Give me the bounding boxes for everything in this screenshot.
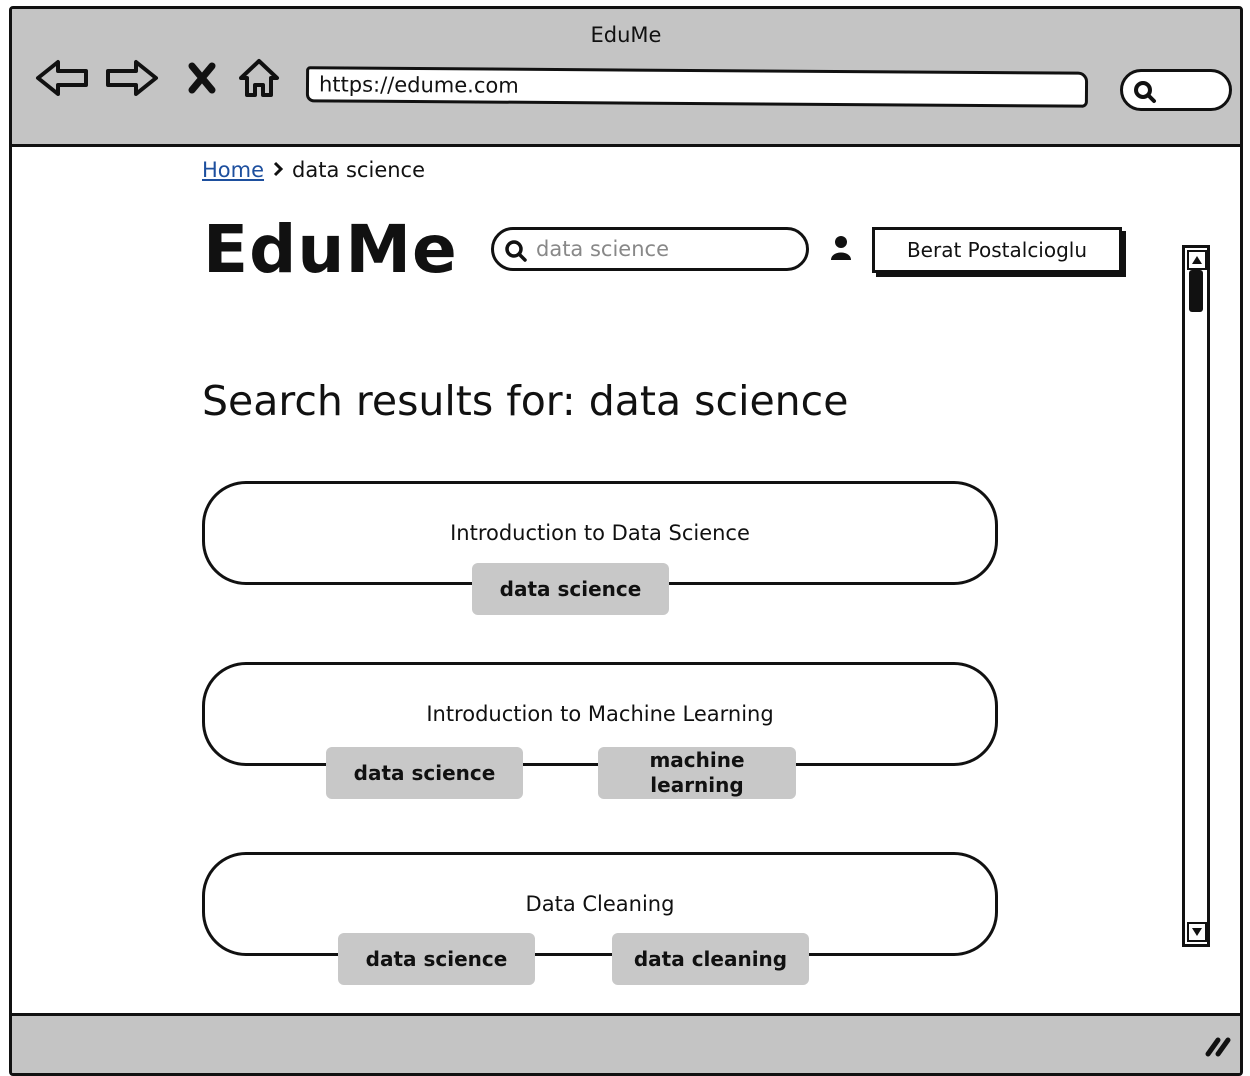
result-item[interactable]: Introduction to Machine Learning data sc… [202, 662, 998, 802]
user-account-button[interactable]: Berat Postalcioglu [872, 227, 1122, 273]
url-text: https://edume.com [318, 72, 519, 98]
resize-grip-icon[interactable] [1204, 1034, 1232, 1062]
search-input[interactable] [534, 236, 798, 262]
user-icon [830, 235, 852, 265]
tag-chip[interactable]: data cleaning [612, 933, 809, 985]
tag-chip[interactable]: data science [338, 933, 535, 985]
chevron-right-icon [272, 158, 284, 182]
site-logo[interactable]: EduMe [203, 211, 458, 288]
browser-search-box[interactable] [1120, 69, 1232, 111]
result-title[interactable]: Introduction to Machine Learning [202, 702, 998, 726]
home-icon[interactable] [237, 53, 281, 103]
breadcrumb-home-link[interactable]: Home [202, 158, 264, 182]
browser-window: EduMe https://edume.com Home data scienc… [9, 6, 1243, 1076]
scroll-down-arrow-icon[interactable] [1187, 922, 1207, 942]
tag-chip[interactable]: machine learning [598, 747, 796, 799]
window-title: EduMe [590, 23, 662, 47]
browser-toolbar: EduMe https://edume.com [12, 9, 1240, 147]
tag-chip[interactable]: data science [472, 563, 669, 615]
search-icon [1134, 81, 1156, 103]
forward-arrow-icon[interactable] [104, 53, 160, 103]
tag-chip[interactable]: data science [326, 747, 523, 799]
breadcrumb-current: data science [292, 158, 426, 182]
stop-icon[interactable] [187, 53, 217, 103]
result-title[interactable]: Introduction to Data Science [202, 521, 998, 545]
page-content: Home data science EduMe Berat Postalciog… [12, 147, 1240, 1073]
status-bar [12, 1013, 1240, 1073]
page-title: Search results for: data science [202, 377, 849, 425]
search-icon [505, 240, 527, 262]
result-title[interactable]: Data Cleaning [202, 892, 998, 916]
result-item[interactable]: Introduction to Data Science data scienc… [202, 481, 998, 621]
vertical-scrollbar[interactable] [1182, 245, 1210, 947]
scroll-up-arrow-icon[interactable] [1187, 250, 1207, 270]
result-item[interactable]: Data Cleaning data science data cleaning [202, 852, 998, 992]
back-arrow-icon[interactable] [34, 53, 90, 103]
breadcrumb: Home data science [202, 158, 425, 182]
scroll-thumb[interactable] [1189, 270, 1203, 312]
address-bar[interactable]: https://edume.com [305, 66, 1089, 108]
site-search-box [491, 227, 809, 271]
